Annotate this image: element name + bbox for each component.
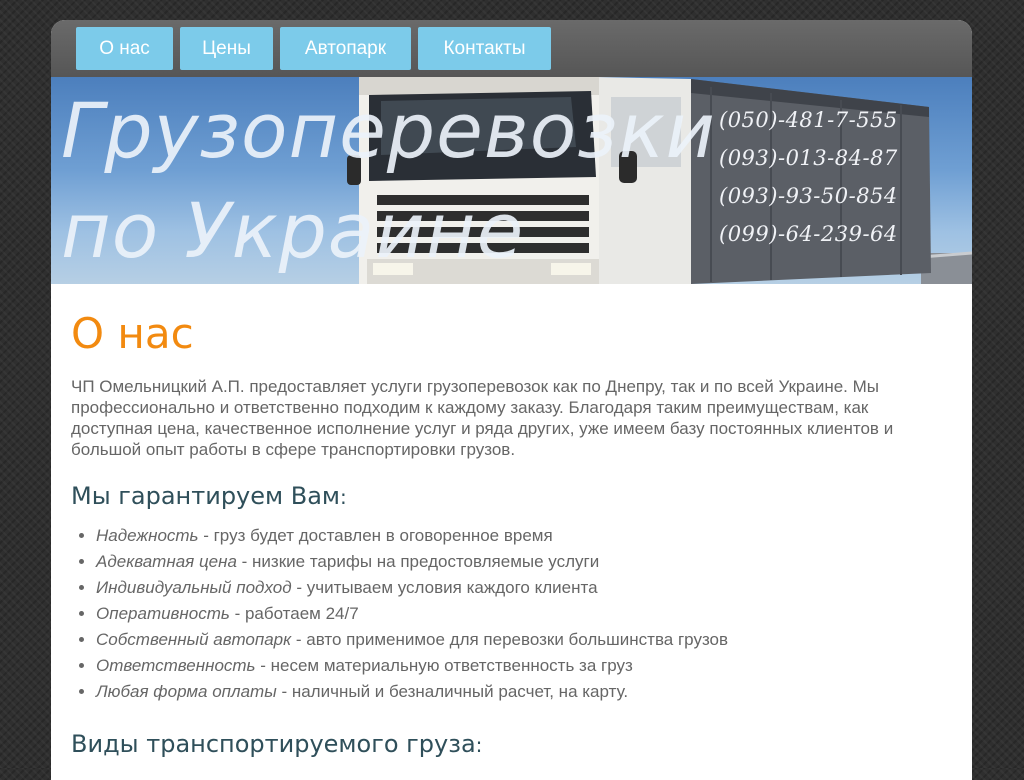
guarantee-term: Собственный автопарк — [96, 630, 292, 649]
guarantee-text: - наличный и безналичный расчет, на карт… — [276, 682, 629, 701]
guarantee-term: Индивидуальный подход — [96, 578, 292, 597]
guarantee-text: - груз будет доставлен в оговоренное вре… — [198, 526, 553, 545]
guarantees-list: Надежность - груз будет доставлен в огов… — [71, 523, 952, 705]
guarantee-text: - работаем 24/7 — [229, 604, 359, 623]
list-item: Любая форма оплаты - наличный и безналич… — [96, 679, 952, 705]
phone-number[interactable]: (093)-93-50-854 — [719, 177, 898, 215]
nav-item-prices[interactable]: Цены — [180, 27, 273, 70]
page-title: О нас — [71, 309, 194, 358]
top-navigation: О нас Цены Автопарк Контакты — [51, 20, 972, 77]
guarantee-term: Оперативность — [96, 604, 230, 623]
guarantee-term: Адекватная цена — [96, 552, 237, 571]
nav-item-about[interactable]: О нас — [76, 27, 173, 70]
guarantee-text: - несем материальную ответственность за … — [255, 656, 633, 675]
cargo-heading-colon: : — [475, 733, 483, 757]
site-headline: Грузоперевозки по Украине — [61, 81, 716, 281]
list-item: Индивидуальный подход - учитываем услови… — [96, 575, 952, 601]
main-content: О нас ЧП Омельницкий А.П. предоставляет … — [51, 284, 972, 761]
headline-line-1: Грузоперевозки — [61, 86, 716, 175]
phone-number[interactable]: (093)-013-84-87 — [719, 139, 898, 177]
phone-number[interactable]: (050)-481-7-555 — [719, 101, 898, 139]
guarantee-text: - учитываем условия каждого клиента — [291, 578, 598, 597]
guarantees-heading-text: Мы гарантируем Вам — [71, 482, 341, 510]
guarantee-term: Любая форма оплаты — [96, 682, 277, 701]
list-item: Ответственность - несем материальную отв… — [96, 653, 952, 679]
header-banner: Грузоперевозки по Украине (050)-481-7-55… — [51, 77, 972, 284]
guarantee-text: - авто применимое для перевозки большинс… — [291, 630, 729, 649]
list-item: Адекватная цена - низкие тарифы на предо… — [96, 549, 952, 575]
list-item: Надежность - груз будет доставлен в огов… — [96, 523, 952, 549]
nav-item-fleet[interactable]: Автопарк — [280, 27, 411, 70]
cargo-types-heading: Виды транспортируемого груза: — [71, 728, 952, 761]
guarantee-text: - низкие тарифы на предостовляемые услуг… — [236, 552, 600, 571]
headline-line-2: по Украине — [61, 186, 525, 275]
guarantee-term: Надежность — [96, 526, 199, 545]
list-item: Собственный автопарк - авто применимое д… — [96, 627, 952, 653]
page-container: О нас Цены Автопарк Контакты Грузоперево… — [51, 20, 972, 780]
phone-list: (050)-481-7-555 (093)-013-84-87 (093)-93… — [719, 101, 898, 253]
nav-item-contacts[interactable]: Контакты — [418, 27, 551, 70]
guarantee-term: Ответственность — [96, 656, 256, 675]
cargo-heading-text: Виды транспортируемого груза — [71, 730, 476, 758]
intro-paragraph: ЧП Омельницкий А.П. предоставляет услуги… — [71, 377, 894, 459]
guarantees-heading: Мы гарантируем Вам: — [71, 480, 952, 513]
list-item: Оперативность - работаем 24/7 — [96, 601, 952, 627]
phone-number[interactable]: (099)-64-239-64 — [719, 215, 898, 253]
guarantees-heading-colon: : — [340, 485, 347, 509]
